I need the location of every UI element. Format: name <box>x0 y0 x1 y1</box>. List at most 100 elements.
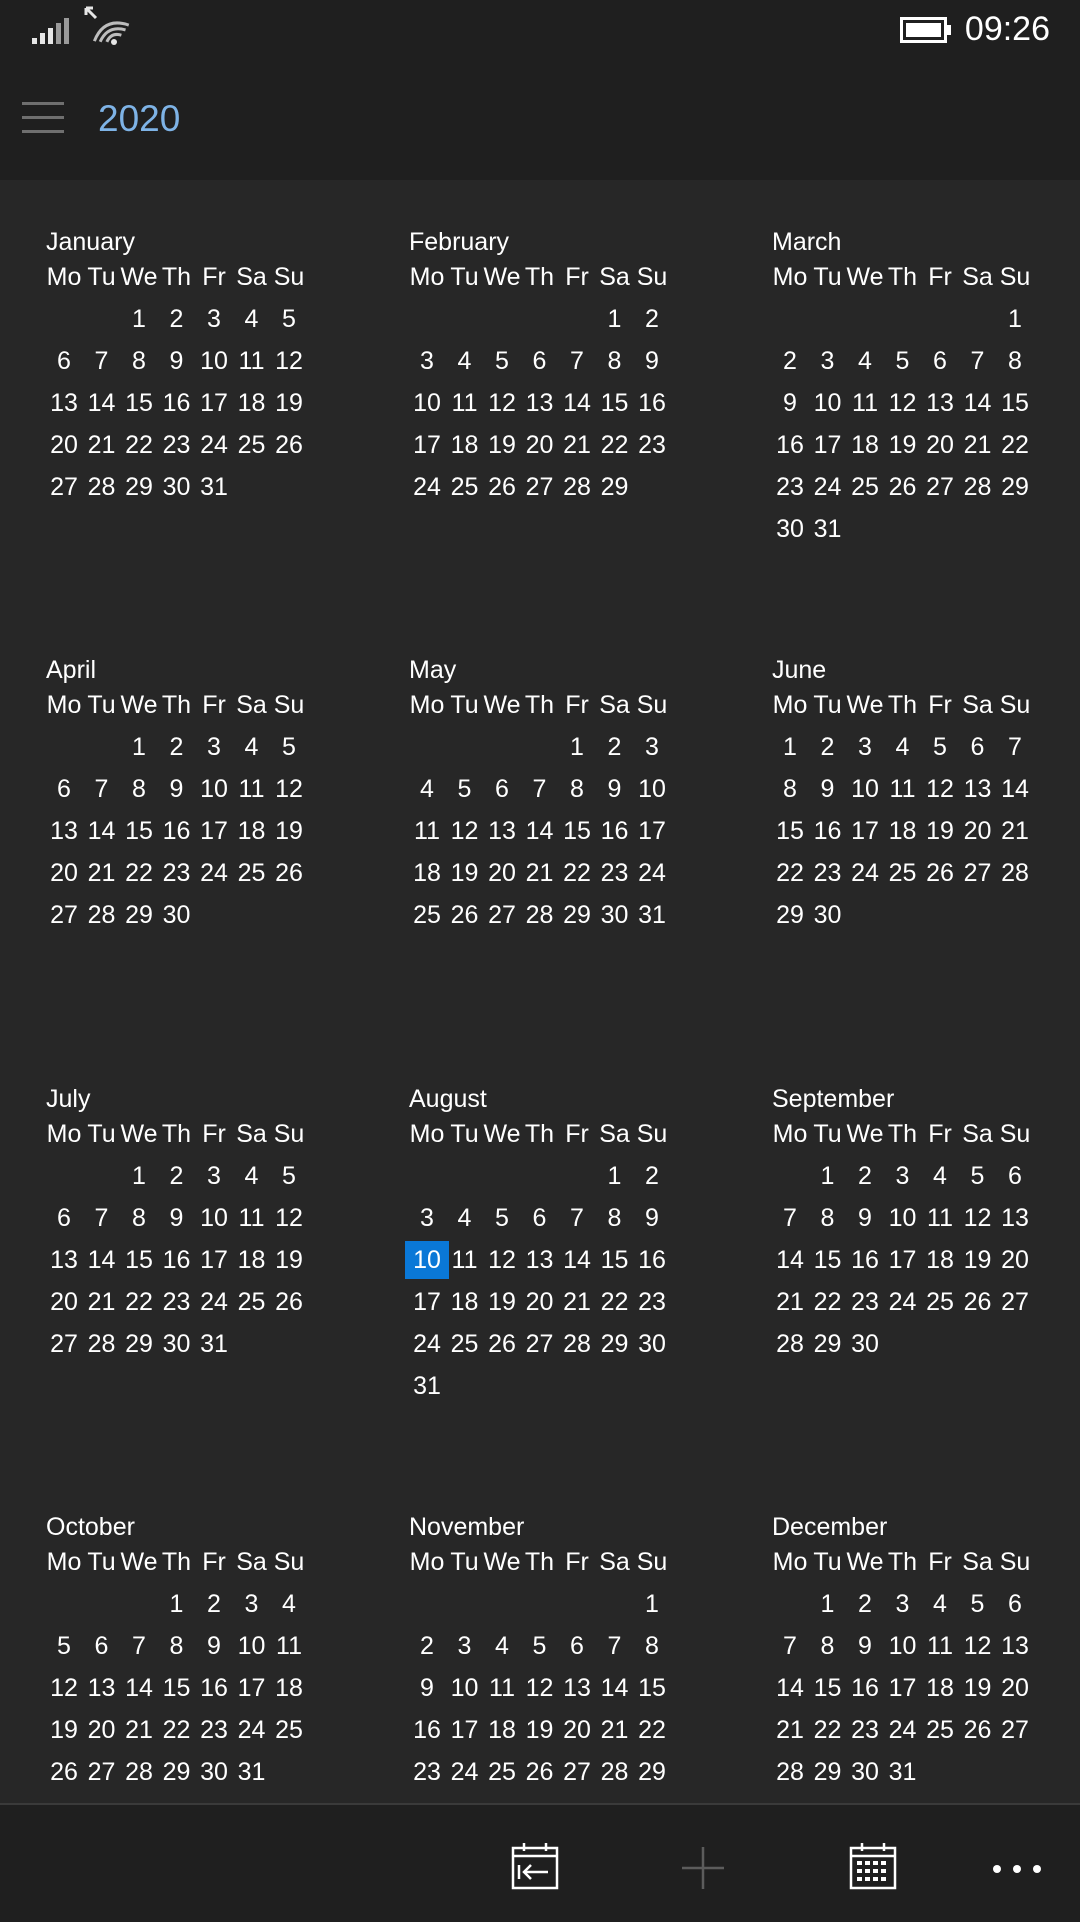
month-name: February <box>409 228 510 256</box>
day-cell[interactable]: 26 <box>267 1283 311 1321</box>
day-cell[interactable]: 16 <box>630 384 674 422</box>
page-title: 2020 <box>98 98 181 139</box>
status-bar: 09:26 <box>0 0 1080 62</box>
day-cell[interactable]: 28 <box>993 854 1037 892</box>
day-cell[interactable]: 15 <box>630 1669 674 1707</box>
day-cell[interactable]: 6 <box>993 1157 1037 1195</box>
day-cell[interactable]: 31 <box>192 468 236 506</box>
day-cell[interactable]: 24 <box>630 854 674 892</box>
weekday-label: Su <box>999 691 1031 719</box>
day-cell[interactable]: 8 <box>993 342 1037 380</box>
day-cell[interactable]: 20 <box>993 1241 1037 1279</box>
signal-icon <box>32 18 69 44</box>
day-cell[interactable]: 14 <box>993 770 1037 808</box>
day-cell[interactable]: 22 <box>630 1711 674 1749</box>
day-cell[interactable]: 29 <box>630 1753 674 1791</box>
day-cell[interactable]: 31 <box>230 1753 274 1791</box>
day-cell[interactable]: 5 <box>267 1157 311 1195</box>
weekday-label: Su <box>636 263 668 291</box>
app-bar: 2020 <box>0 62 1080 180</box>
month-name: November <box>409 1513 525 1541</box>
day-cell[interactable]: 31 <box>806 510 850 548</box>
month-name: May <box>409 656 457 684</box>
day-cell[interactable]: 19 <box>267 384 311 422</box>
day-cell[interactable]: 31 <box>630 896 674 934</box>
weekday-label: Su <box>273 1548 305 1576</box>
month-name: March <box>772 228 842 256</box>
day-cell[interactable]: 30 <box>630 1325 674 1363</box>
day-cell[interactable]: 8 <box>630 1627 674 1665</box>
day-cell[interactable]: 31 <box>405 1367 449 1405</box>
day-cell[interactable]: 23 <box>630 1283 674 1321</box>
day-cell[interactable]: 19 <box>267 1241 311 1279</box>
day-cell[interactable]: 29 <box>993 468 1037 506</box>
calendar-view-icon[interactable] <box>848 1841 898 1891</box>
day-cell[interactable]: 1 <box>993 300 1037 338</box>
weekday-label: Su <box>636 1548 668 1576</box>
status-time: 09:26 <box>964 10 1050 48</box>
day-cell[interactable]: 11 <box>267 1627 311 1665</box>
weekday-label: Su <box>273 263 305 291</box>
weekday-label: Su <box>999 1120 1031 1148</box>
day-cell[interactable]: 5 <box>267 728 311 766</box>
add-icon[interactable] <box>680 1845 726 1891</box>
day-cell[interactable]: 25 <box>267 1711 311 1749</box>
weekday-label: Su <box>999 1548 1031 1576</box>
day-cell[interactable]: 1 <box>630 1585 674 1623</box>
month-name: October <box>46 1513 135 1541</box>
day-cell[interactable]: 26 <box>267 854 311 892</box>
month-name: September <box>772 1085 895 1113</box>
year-calendar-grid: January Mo Tu We Th Fr Sa Su 1 2 3 4 5 6 7 8 9 10 11 12 13 14… <box>0 180 1080 1803</box>
day-cell[interactable]: 5 <box>267 300 311 338</box>
day-cell[interactable]: 22 <box>993 426 1037 464</box>
day-cell[interactable]: 31 <box>881 1753 925 1791</box>
weekday-label: Su <box>273 691 305 719</box>
day-cell[interactable]: 12 <box>267 1199 311 1237</box>
day-cell[interactable]: 29 <box>593 468 637 506</box>
day-cell[interactable]: 20 <box>993 1669 1037 1707</box>
day-cell[interactable]: 31 <box>192 1325 236 1363</box>
month-name: June <box>772 656 827 684</box>
day-cell[interactable]: 10 <box>630 770 674 808</box>
hamburger-menu-icon[interactable] <box>22 102 64 134</box>
day-cell[interactable]: 9 <box>630 1199 674 1237</box>
day-cell[interactable]: 4 <box>267 1585 311 1623</box>
day-cell[interactable]: 21 <box>993 812 1037 850</box>
day-cell[interactable]: 27 <box>993 1711 1037 1749</box>
go-to-today-icon[interactable] <box>510 1841 560 1891</box>
month-name: December <box>772 1513 888 1541</box>
day-cell[interactable]: 6 <box>993 1585 1037 1623</box>
day-cell[interactable]: 13 <box>993 1199 1037 1237</box>
month-name: August <box>409 1085 487 1113</box>
day-cell[interactable]: 9 <box>630 342 674 380</box>
bottom-app-bar <box>0 1803 1080 1922</box>
weekday-label: Su <box>636 1120 668 1148</box>
day-cell[interactable]: 3 <box>630 728 674 766</box>
day-cell[interactable]: 17 <box>630 812 674 850</box>
day-cell[interactable]: 23 <box>630 426 674 464</box>
day-cell[interactable]: 12 <box>267 770 311 808</box>
more-icon[interactable] <box>990 1861 1044 1877</box>
weekday-label: Su <box>636 691 668 719</box>
weekday-label: Su <box>273 1120 305 1148</box>
day-cell[interactable]: 30 <box>806 896 850 934</box>
day-cell[interactable]: 30 <box>843 1325 887 1363</box>
day-cell[interactable]: 13 <box>993 1627 1037 1665</box>
day-cell[interactable]: 15 <box>993 384 1037 422</box>
month-name: July <box>46 1085 91 1113</box>
day-cell[interactable]: 26 <box>267 426 311 464</box>
day-cell[interactable]: 27 <box>993 1283 1037 1321</box>
month-name: April <box>46 656 97 684</box>
day-cell[interactable]: 19 <box>267 812 311 850</box>
month-name: January <box>46 228 135 256</box>
day-cell[interactable]: 18 <box>267 1669 311 1707</box>
day-cell[interactable]: 7 <box>993 728 1037 766</box>
battery-icon <box>900 17 951 43</box>
day-cell[interactable]: 2 <box>630 1157 674 1195</box>
day-cell[interactable]: 2 <box>630 300 674 338</box>
weekday-label: Su <box>999 263 1031 291</box>
day-cell[interactable]: 30 <box>155 896 199 934</box>
wifi-icon <box>84 6 130 45</box>
day-cell[interactable]: 16 <box>630 1241 674 1279</box>
day-cell[interactable]: 12 <box>267 342 311 380</box>
